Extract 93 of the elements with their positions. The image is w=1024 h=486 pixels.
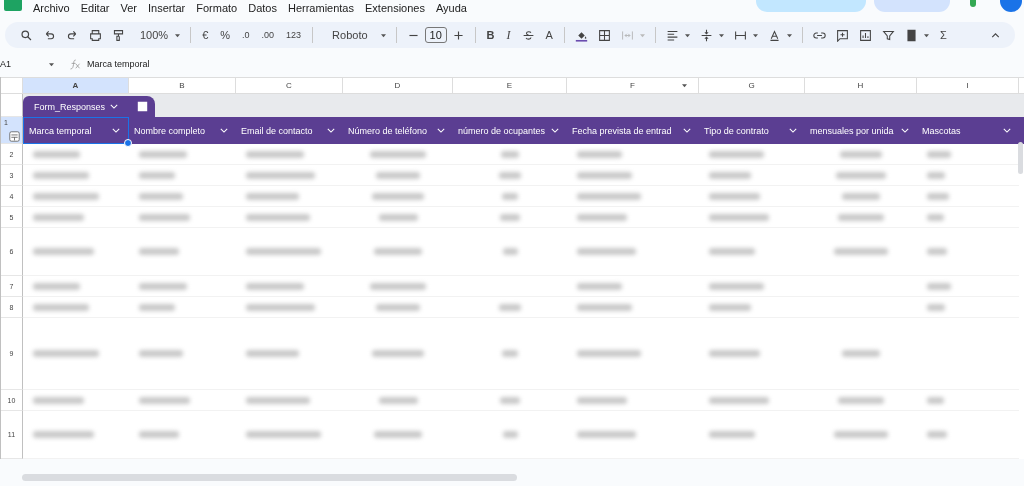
text-color-button[interactable]: A [545, 29, 553, 41]
column-title: Tipo de contrato [704, 125, 769, 136]
column-header[interactable]: B [129, 78, 236, 93]
formula-input[interactable]: Marca temporal [87, 59, 150, 69]
column-title: Email de contacto [241, 125, 313, 136]
borders-icon[interactable] [597, 28, 611, 42]
paint-format-icon[interactable] [112, 28, 125, 42]
table-column-header[interactable]: Mascotas [917, 117, 1019, 144]
column-header[interactable]: E [453, 78, 567, 93]
menu-item[interactable]: Herramientas [287, 1, 354, 15]
table-column-header[interactable]: Nombre completo [129, 117, 236, 144]
menu-item[interactable]: Insertar [147, 1, 186, 15]
column-header[interactable]: C [236, 78, 343, 93]
chevron-down-icon[interactable] [220, 128, 228, 133]
column-header[interactable]: H [805, 78, 917, 93]
menu-item[interactable]: Archivo [33, 1, 70, 15]
calculator-icon[interactable] [136, 101, 148, 112]
row-header[interactable] [1, 94, 23, 117]
caret-icon[interactable] [48, 61, 55, 67]
caret-icon[interactable] [681, 83, 688, 88]
currency-button[interactable]: € [202, 29, 209, 41]
filter-icon[interactable] [881, 28, 895, 42]
table-name-tab[interactable]: Form_Responses [23, 96, 129, 117]
search-icon[interactable] [20, 28, 33, 42]
column-title: Marca temporal [29, 125, 92, 136]
bold-button[interactable]: B [486, 29, 495, 41]
caret-icon[interactable] [751, 32, 759, 38]
chevron-down-icon[interactable] [437, 128, 445, 133]
column-header[interactable]: I [917, 78, 1019, 93]
function-icon [69, 58, 81, 70]
plus-icon[interactable] [451, 28, 465, 42]
redo-icon[interactable] [66, 28, 79, 42]
italic-button[interactable]: I [506, 27, 511, 43]
vertical-align-icon[interactable] [699, 28, 713, 42]
column-header[interactable]: A [23, 78, 129, 93]
caret-icon[interactable] [717, 32, 725, 38]
font-dropdown[interactable]: Roboto [332, 29, 368, 41]
column-title: Nombre completo [134, 125, 206, 136]
zoom-dropdown[interactable]: 100% [140, 29, 169, 41]
percent-button[interactable]: % [220, 29, 231, 41]
increase-decimals-button[interactable]: .00 [261, 30, 275, 40]
column-header[interactable]: G [699, 78, 805, 93]
chevron-down-icon[interactable] [110, 104, 118, 109]
table-column-header[interactable]: Email de contacto [236, 117, 343, 144]
font-size-field[interactable]: 10 [424, 27, 447, 43]
caret-icon[interactable] [683, 32, 691, 38]
menu-item[interactable]: Datos [248, 1, 277, 15]
column-title: mensuales por unida [810, 125, 894, 136]
caret-icon[interactable] [174, 32, 182, 38]
table-column-header[interactable]: Tipo de contrato [699, 117, 805, 144]
table-column-header[interactable]: Número de teléfono [343, 117, 453, 144]
caret-icon[interactable] [379, 32, 387, 38]
undo-icon[interactable] [43, 28, 56, 42]
table-column-header[interactable]: mensuales por unida [805, 117, 917, 144]
comment-icon[interactable] [835, 28, 849, 42]
decrease-decimals-button[interactable]: .0 [242, 30, 250, 40]
chevron-down-icon[interactable] [1003, 128, 1011, 133]
column-title: número de ocupantes [458, 125, 546, 136]
menu-item[interactable]: Ayuda [435, 1, 467, 15]
table-column-header[interactable]: número de ocupantes [453, 117, 567, 144]
functions-button[interactable]: Σ [939, 29, 947, 41]
column-title: Fecha prevista de entrad [572, 125, 672, 136]
text-rotation-icon[interactable] [767, 28, 781, 42]
sheets-logo-icon[interactable] [4, 0, 22, 11]
menu-item[interactable]: Extensiones [365, 1, 425, 15]
caret-icon[interactable] [785, 32, 793, 38]
align-left-icon[interactable] [665, 28, 679, 42]
menu-item[interactable]: Editar [80, 1, 110, 15]
number-format-button[interactable]: 123 [286, 30, 302, 40]
text-wrap-icon[interactable] [733, 28, 747, 42]
column-header[interactable]: D [343, 78, 453, 93]
table-column-header[interactable]: Fecha prevista de entrad [567, 117, 699, 144]
merge-cells-icon[interactable] [620, 28, 634, 42]
chevron-down-icon[interactable] [901, 128, 909, 133]
menu-item[interactable]: Formato [196, 1, 238, 15]
chart-icon[interactable] [858, 28, 872, 42]
menu-item[interactable]: Ver [120, 1, 137, 15]
filter-views-icon[interactable] [904, 28, 918, 42]
caret-icon[interactable] [922, 32, 930, 38]
column-title: Número de teléfono [348, 125, 428, 136]
cell-reference-field[interactable]: A1 [0, 59, 48, 69]
print-icon[interactable] [89, 28, 102, 42]
strikethrough-icon[interactable] [521, 28, 535, 42]
chevron-down-icon[interactable] [327, 128, 335, 133]
chevron-down-icon[interactable] [683, 128, 691, 133]
chevron-down-icon[interactable] [789, 128, 797, 133]
column-header[interactable]: F [567, 78, 699, 93]
chevron-down-icon[interactable] [112, 128, 120, 133]
chevron-down-icon[interactable] [551, 128, 559, 133]
row-table-icon[interactable] [9, 131, 20, 142]
column-title: Mascotas [922, 125, 961, 136]
scrollbar-thumb[interactable] [1018, 142, 1023, 174]
scrollbar-thumb[interactable] [22, 474, 517, 481]
